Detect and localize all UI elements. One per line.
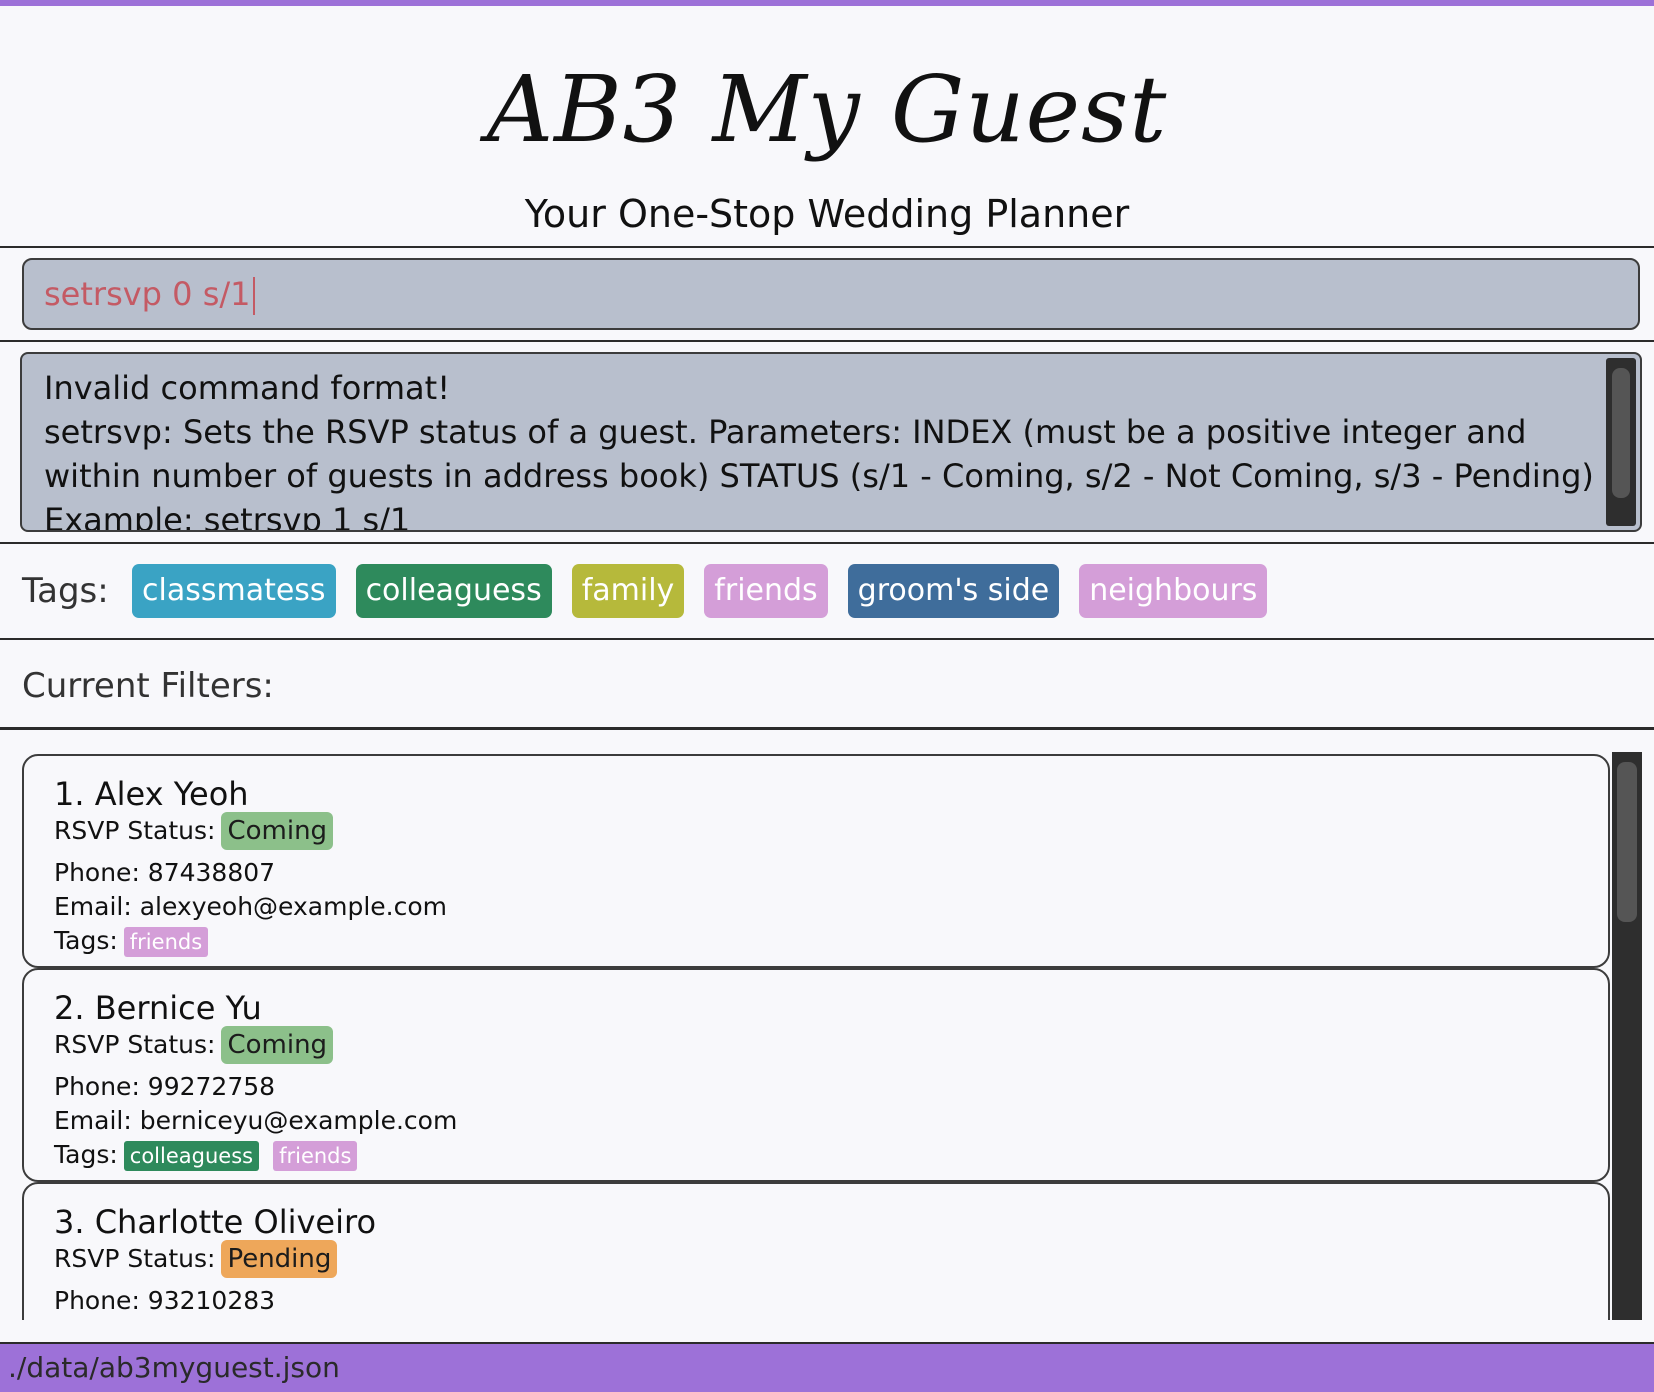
- rsvp-label: RSVP Status:: [54, 1244, 216, 1273]
- current-filters-label: Current Filters:: [22, 666, 274, 706]
- guest-tag: colleaguess: [123, 1141, 260, 1171]
- divider: [0, 727, 1654, 730]
- status-bar: ./data/ab3myguest.json: [0, 1342, 1654, 1392]
- tag-chip-colleaguess: colleaguess: [355, 564, 552, 618]
- command-input[interactable]: setrsvp 0 s/1: [22, 258, 1640, 330]
- guest-name: 1. Alex Yeoh: [54, 775, 249, 813]
- guest-tag: friends: [273, 1141, 358, 1171]
- result-text: Invalid command format! setrsvp: Sets th…: [44, 366, 1604, 532]
- tag-list: classmatess colleaguess family friends g…: [132, 564, 1268, 618]
- divider: [0, 246, 1654, 248]
- result-scrollbar[interactable]: [1606, 358, 1636, 526]
- guest-email: Email: alexyeoh@example.com: [54, 892, 447, 921]
- text-caret: [252, 277, 255, 315]
- rsvp-label: RSVP Status:: [54, 816, 216, 845]
- tag-chip-classmatess: classmatess: [132, 564, 336, 618]
- scrollbar-thumb[interactable]: [1617, 762, 1637, 922]
- tag-chip-friends: friends: [704, 564, 828, 618]
- data-file-path: ./data/ab3myguest.json: [8, 1351, 340, 1384]
- app-window: AB3 My Guest Your One-Stop Wedding Plann…: [0, 0, 1654, 1392]
- tag-chip-grooms-side: groom's side: [847, 564, 1060, 618]
- guest-card[interactable]: 1. Alex Yeoh RSVP Status: Coming Phone: 8…: [22, 754, 1610, 968]
- tag-chip-family: family: [571, 564, 685, 618]
- scrollbar-thumb[interactable]: [1612, 368, 1630, 498]
- rsvp-status-badge: Coming: [221, 812, 334, 850]
- divider: [0, 638, 1654, 640]
- tags-panel: Tags: classmatess colleaguess family fri…: [0, 544, 1654, 640]
- guest-phone: Phone: 87438807: [54, 858, 276, 887]
- guest-phone: Phone: 93210283: [54, 1286, 276, 1315]
- rsvp-label: RSVP Status:: [54, 1030, 216, 1059]
- divider: [0, 340, 1654, 342]
- command-text: setrsvp 0 s/1: [44, 275, 251, 313]
- rsvp-status-badge: Pending: [221, 1240, 338, 1278]
- guest-tags-row: Tags: friends: [54, 924, 209, 958]
- result-line: setrsvp: Sets the RSVP status of a guest…: [44, 413, 1594, 495]
- app-subtitle: Your One-Stop Wedding Planner: [524, 192, 1130, 236]
- app-title: AB3 My Guest: [486, 56, 1168, 163]
- guest-tag: friends: [123, 927, 209, 957]
- guest-list-scrollbar[interactable]: [1612, 752, 1642, 1320]
- tags-label: Tags:: [22, 571, 109, 611]
- guest-name: 3. Charlotte Oliveiro: [54, 1203, 377, 1241]
- result-line: Invalid command format!: [44, 369, 451, 407]
- result-line: Example: setrsvp 1 s/1: [44, 501, 411, 532]
- guest-tags-label: Tags:: [54, 1140, 118, 1169]
- guest-email: Email: berniceyu@example.com: [54, 1106, 458, 1135]
- guest-rsvp-row: RSVP Status: Coming: [54, 812, 334, 850]
- guest-rsvp-row: RSVP Status: Pending: [54, 1240, 338, 1278]
- rsvp-status-badge: Coming: [221, 1026, 334, 1064]
- guest-rsvp-row: RSVP Status: Coming: [54, 1026, 334, 1064]
- result-display[interactable]: Invalid command format! setrsvp: Sets th…: [20, 352, 1642, 532]
- guest-phone: Phone: 99272758: [54, 1072, 276, 1101]
- guest-list[interactable]: 1. Alex Yeoh RSVP Status: Coming Phone: 8…: [0, 742, 1654, 1320]
- guest-tags-row: Tags: colleaguess friends: [54, 1138, 358, 1172]
- guest-card[interactable]: 3. Charlotte Oliveiro RSVP Status: Pendin…: [22, 1182, 1610, 1320]
- header: AB3 My Guest Your One-Stop Wedding Plann…: [0, 6, 1654, 246]
- guest-tags-label: Tags:: [54, 926, 118, 955]
- tag-chip-neighbours: neighbours: [1079, 564, 1268, 618]
- guest-name: 2. Bernice Yu: [54, 989, 262, 1027]
- guest-card[interactable]: 2. Bernice Yu RSVP Status: Coming Phone: …: [22, 968, 1610, 1182]
